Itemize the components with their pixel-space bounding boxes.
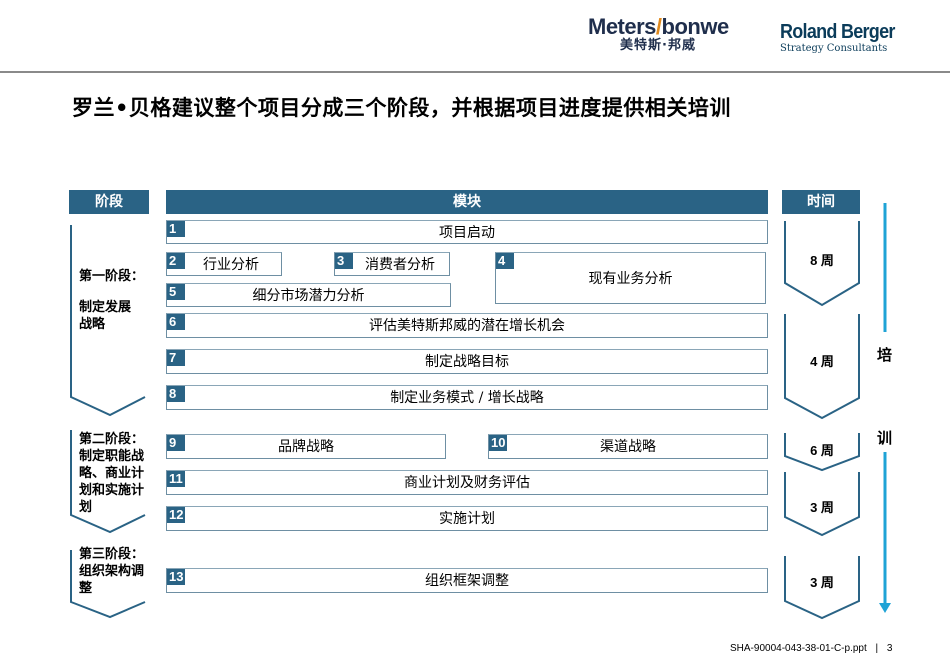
module-10-label: 渠道战略: [600, 439, 656, 455]
module-1-label: 项目启动: [439, 225, 495, 241]
module-7-label: 制定战略目标: [425, 354, 509, 370]
module-12: 12 实施计划: [166, 506, 768, 531]
phase-1-line-2: 制定发展: [79, 300, 132, 315]
phase-2-line-1: 第二阶段：: [79, 432, 145, 447]
phase-1-line-3: 战略: [79, 317, 106, 332]
module-13: 13 组织框架调整: [166, 568, 768, 593]
footer-doc-id: SHA-90004-043-38-01-C-p.ppt: [730, 643, 867, 654]
module-8-label: 制定业务模式 / 增长战略: [390, 390, 544, 406]
module-6-number: 6: [167, 314, 185, 330]
footer-separator: |: [875, 643, 879, 654]
module-9: 9 品牌战略: [166, 434, 446, 459]
module-12-number: 12: [167, 507, 186, 523]
module-10-number: 10: [489, 435, 508, 451]
module-10: 10 渠道战略: [488, 434, 768, 459]
module-3-label: 消费者分析: [365, 257, 435, 273]
module-7: 7 制定战略目标: [166, 349, 768, 374]
duration-5: 3 周: [810, 575, 834, 590]
duration-1: 8 周: [810, 253, 834, 268]
phase-2-line-4: 划和实施计: [79, 483, 145, 498]
module-8: 8 制定业务模式 / 增长战略: [166, 385, 768, 410]
module-6-label: 评估美特斯邦威的潜在增长机会: [369, 318, 565, 334]
training-arrowhead: [879, 603, 891, 613]
phase-2-label: 第二阶段： 制定职能战 略、商业计 划和实施计 划: [79, 431, 144, 516]
module-3-number: 3: [335, 253, 353, 269]
module-11-label: 商业计划及财务评估: [404, 475, 530, 491]
module-13-number: 13: [167, 569, 186, 585]
phase-3-line-3: 整: [79, 581, 93, 596]
module-4-label: 现有业务分析: [588, 271, 673, 287]
module-4: 4 现有业务分析: [495, 252, 766, 304]
module-11-number: 11: [167, 471, 185, 487]
phase-1-line-1: 第一阶段：: [79, 269, 145, 284]
duration-4: 3 周: [810, 500, 834, 515]
duration-3: 6 周: [810, 443, 834, 458]
module-2: 2 行业分析: [166, 252, 282, 276]
module-4-number: 4: [496, 253, 514, 269]
module-6: 6 评估美特斯邦威的潜在增长机会: [166, 313, 768, 338]
module-5: 5 细分市场潜力分析: [166, 283, 451, 307]
module-11: 11 商业计划及财务评估: [166, 470, 768, 495]
module-5-number: 5: [167, 284, 185, 300]
phase-2-line-3: 略、商业计: [79, 466, 145, 481]
phase-2-line-2: 制定职能战: [79, 449, 145, 464]
training-label-2: 训: [877, 429, 893, 447]
module-1-number: 1: [167, 221, 185, 237]
phase-1-label: 第一阶段： 制定发展 战略: [79, 268, 144, 333]
module-1: 1 项目启动: [166, 220, 768, 244]
phase-3-line-2: 组织架构调: [79, 564, 145, 579]
phase-3-label: 第三阶段： 组织架构调 整: [79, 546, 144, 597]
module-9-number: 9: [167, 435, 185, 451]
module-3: 3 消费者分析: [334, 252, 450, 276]
duration-2: 4 周: [810, 354, 834, 369]
module-13-label: 组织框架调整: [425, 573, 509, 589]
phase-3-line-1: 第三阶段：: [79, 547, 145, 562]
module-7-number: 7: [167, 350, 185, 366]
footer-page-number: 3: [886, 643, 893, 654]
module-5-label: 细分市场潜力分析: [252, 288, 365, 304]
module-8-number: 8: [167, 386, 185, 402]
phase-2-line-5: 划: [79, 500, 93, 515]
module-9-label: 品牌战略: [278, 439, 334, 455]
module-12-label: 实施计划: [439, 511, 495, 527]
footer: SHA-90004-043-38-01-C-p.ppt | 3: [730, 643, 892, 654]
training-label-1: 培: [877, 346, 893, 364]
phase-1-spacer: [79, 285, 144, 299]
module-2-number: 2: [167, 253, 185, 269]
module-2-label: 行业分析: [203, 257, 259, 273]
